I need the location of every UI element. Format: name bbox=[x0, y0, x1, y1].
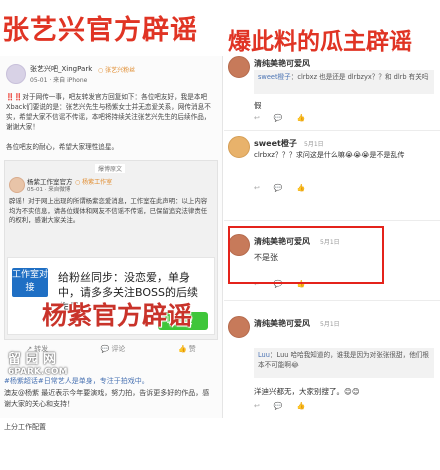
comment-time: 5月1日 bbox=[304, 141, 324, 148]
watermark-line1: 留 园 网 bbox=[8, 352, 57, 367]
studio-badge: 工作室对接 bbox=[12, 268, 48, 297]
comment-icon[interactable]: 💬 bbox=[274, 402, 283, 410]
comment-button[interactable]: 💬 评论 bbox=[101, 344, 126, 354]
comment-author[interactable]: 清纯美艳可爱风 bbox=[254, 58, 310, 69]
forward-time: 05-01 · 来自微博 bbox=[27, 187, 71, 193]
comment-actions: ↩ 💬 👍 bbox=[254, 402, 305, 410]
forward-label: 爆博原文 bbox=[95, 164, 126, 173]
comment-icon[interactable]: 💬 bbox=[274, 184, 283, 192]
thumb-icon: 👍 bbox=[178, 345, 187, 353]
reply-text: Luu 哈哈我知道的，谁我是因为对张张很甜，他们根本不可能啊😂 bbox=[258, 351, 429, 369]
forward-body: 辟谣！对于网上出现的所谓杨紫恋爱消息，工作室在此声明：以上内容均为不实信息，请各… bbox=[9, 197, 208, 224]
comment-actions: ↩ 💬 👍 bbox=[254, 114, 305, 122]
post-time: 05-01 · 来自 iPhone bbox=[30, 77, 88, 84]
post-author[interactable]: 张艺兴吧_XingPark bbox=[30, 64, 92, 74]
quoted-reply[interactable]: Luu：Luu 哈哈我知道的，谁我是因为对张张很甜，他们根本不可能啊😂 bbox=[254, 348, 434, 378]
comment-item: 清纯美艳可爱风 5月1日 Luu：Luu 哈哈我知道的，谁我是因为对张张很甜，他… bbox=[224, 312, 440, 412]
comment-item: 清纯美艳可爱风 sweet橙子：clrbxz 也是还是 dlrbzyx？？和 d… bbox=[224, 50, 440, 126]
comments-panel: 清纯美艳可爱风 sweet橙子：clrbxz 也是还是 dlrbzyx？？和 d… bbox=[224, 50, 440, 418]
reply-text: clrbxz 也是还是 dlrbzyx？？和 dlrb 有关吗 bbox=[297, 73, 429, 81]
like-button[interactable]: 👍 赞 bbox=[178, 344, 196, 354]
post-author-suffix: ○ 张艺兴粉丝 bbox=[98, 67, 136, 74]
divider bbox=[224, 300, 440, 301]
headline-left: 张艺兴官方辟谣 bbox=[2, 15, 198, 46]
watermark: 留 园 网 6PARK.COM bbox=[8, 348, 68, 377]
comment-actions: ↩ 💬 👍 bbox=[254, 184, 305, 192]
thumb-icon[interactable]: 👍 bbox=[297, 402, 306, 410]
comment-text: 洋迪兴都无，大家别搜了。😊😊 bbox=[254, 387, 360, 396]
divider bbox=[224, 220, 440, 221]
avatar[interactable] bbox=[9, 177, 25, 193]
lower-post-tail: 上分工作配置 bbox=[4, 423, 46, 431]
watermark-line2: 6PARK.COM bbox=[8, 367, 68, 377]
forward-author-suffix: ○ 杨紫工作室 bbox=[75, 179, 113, 186]
divider bbox=[224, 130, 440, 131]
post-header: 张艺兴吧_XingPark ○ 张艺兴粉丝 05-01 · 来自 iPhone bbox=[6, 62, 216, 88]
post-body: ‼️‼️对于网传一事，吧友转发官方回复如下：各位吧友好，我是本吧Xback们要说… bbox=[6, 93, 211, 131]
comment-text: 假 bbox=[254, 101, 262, 110]
comment-author[interactable]: sweet橙子 bbox=[254, 138, 297, 149]
comment-text: clrbxz？？？求问这是什么嘛😭😭😭是不是乱传 bbox=[254, 151, 405, 159]
reply-icon[interactable]: ↩ bbox=[254, 402, 260, 410]
comment-icon[interactable]: 💬 bbox=[274, 114, 283, 122]
comment-time: 5月1日 bbox=[320, 321, 340, 328]
avatar[interactable] bbox=[228, 316, 250, 338]
avatar[interactable] bbox=[228, 56, 250, 78]
thumb-icon[interactable]: 👍 bbox=[297, 114, 306, 122]
comment-author[interactable]: 清纯美艳可爱风 bbox=[254, 318, 310, 329]
reply-icon[interactable]: ↩ bbox=[254, 114, 260, 122]
reply-author[interactable]: Luu bbox=[258, 351, 270, 359]
red-highlight-box bbox=[228, 226, 384, 284]
reply-author[interactable]: sweet橙子 bbox=[258, 73, 291, 81]
post-body-tail: 各位吧友的耐心，希望大家理性追星。 bbox=[6, 143, 119, 151]
quoted-reply[interactable]: sweet橙子：clrbxz 也是还是 dlrbzyx？？和 dlrb 有关吗 bbox=[254, 70, 434, 94]
headline-right: 爆此料的瓜主辟谣 bbox=[228, 29, 412, 55]
comment-item: sweet橙子 5月1日 clrbxz？？？求问这是什么嘛😭😭😭是不是乱传 ↩ … bbox=[224, 134, 440, 200]
comment-icon: 💬 bbox=[100, 345, 110, 353]
avatar[interactable] bbox=[6, 64, 26, 84]
reply-icon[interactable]: ↩ bbox=[254, 184, 260, 192]
lower-post: #杨紫超话#日常艺人是单身，专注于拍戏中。 澳友@杨紫 最近表示今年要演戏，努力… bbox=[4, 374, 218, 470]
thumb-icon[interactable]: 👍 bbox=[297, 184, 306, 192]
lower-post-hashtag[interactable]: #杨紫超话#日常艺人是单身，专注于拍戏中。 bbox=[4, 376, 216, 386]
avatar[interactable] bbox=[228, 136, 250, 158]
headline-bottom: 杨紫官方辟谣 bbox=[42, 301, 193, 330]
